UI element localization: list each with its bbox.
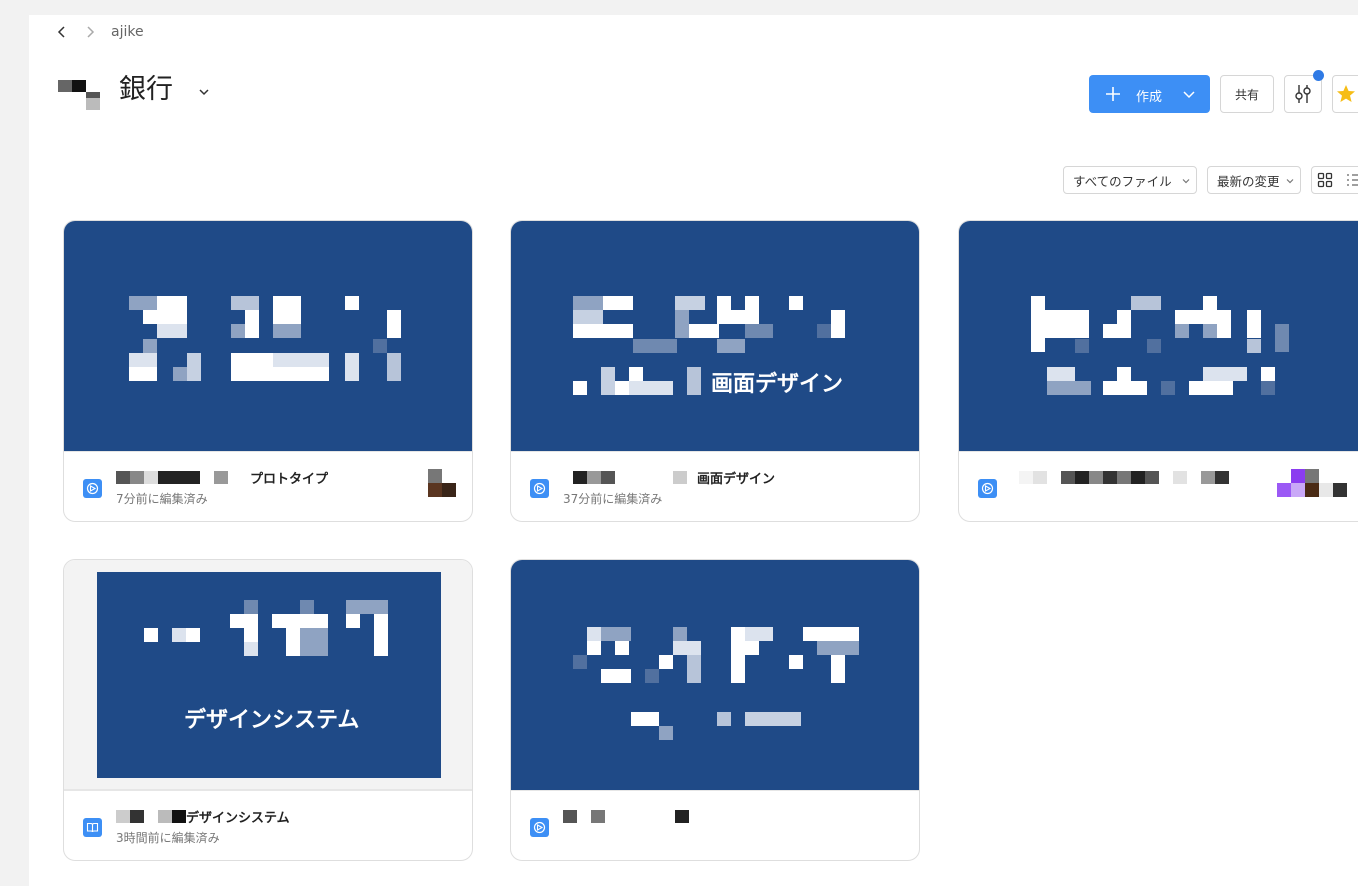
notification-dot (1313, 70, 1324, 81)
prototype-icon (530, 479, 549, 498)
file-card-footer (511, 790, 919, 860)
file-name-text: プロトタイプ (250, 471, 329, 487)
file-thumbnail: デザインシステム (64, 560, 472, 790)
file-card-footer: 画面デザイン 37分前に編集済み (511, 451, 919, 521)
share-button[interactable]: 共有 (1220, 75, 1274, 113)
file-card-footer (959, 451, 1358, 521)
list-view-icon[interactable] (1342, 168, 1358, 192)
file-name-text: 画面デザイン (697, 471, 776, 487)
file-name: 画面デザイン (573, 468, 776, 487)
thumbnail-caption: 画面デザイン (711, 372, 844, 397)
back-arrow-icon[interactable] (55, 25, 69, 39)
file-card[interactable] (510, 559, 920, 861)
avatar (428, 469, 458, 499)
book-icon (83, 818, 102, 837)
file-thumbnail: 画面デザイン (511, 221, 919, 451)
file-edited-time: 3時間前に編集済み (116, 831, 220, 845)
prototype-icon (978, 479, 997, 498)
settings-button[interactable] (1284, 70, 1324, 113)
chevron-down-icon[interactable] (1182, 87, 1196, 101)
file-thumbnail (511, 560, 919, 790)
file-edited-time: 7分前に編集済み (116, 492, 208, 506)
favorite-button[interactable] (1332, 75, 1358, 113)
file-card-footer: デザインシステム 3時間前に編集済み (64, 790, 472, 860)
file-name (1019, 468, 1229, 486)
sliders-icon (1295, 85, 1311, 103)
file-card-footer: プロトタイプ 7分前に編集済み (64, 451, 472, 521)
file-card[interactable]: プロトタイプ 7分前に編集済み (63, 220, 473, 522)
breadcrumb-current[interactable]: ajike (111, 24, 144, 40)
space-logo (58, 80, 100, 110)
forward-arrow-icon[interactable] (83, 25, 97, 39)
file-name (563, 807, 689, 825)
thumbnail-frame: デザインシステム (97, 572, 441, 778)
sort-select-value: 最新の変更 (1217, 173, 1280, 189)
breadcrumb: ajike (55, 22, 144, 42)
page-title: 銀行 (119, 74, 173, 105)
file-type-select[interactable]: すべてのファイル (1063, 166, 1197, 194)
file-edited-time: 37分前に編集済み (563, 492, 663, 506)
create-button[interactable]: 作成 (1089, 75, 1210, 113)
chevron-down-icon (1286, 179, 1294, 184)
star-icon (1337, 85, 1355, 102)
avatar (1277, 469, 1347, 499)
chevron-down-icon (1182, 179, 1190, 184)
file-card[interactable]: デザインシステム デザインシステム 3時間前に編集済み (63, 559, 473, 861)
file-name-text: デザインシステム (186, 810, 290, 826)
share-button-label: 共有 (1234, 87, 1259, 102)
prototype-icon (83, 479, 102, 498)
sort-select[interactable]: 最新の変更 (1207, 166, 1301, 194)
file-thumbnail (959, 221, 1358, 451)
file-type-select-value: すべてのファイル (1073, 173, 1172, 189)
grid-view-icon[interactable] (1313, 168, 1337, 192)
file-thumbnail (64, 221, 472, 451)
plus-icon (1106, 87, 1120, 101)
file-card[interactable]: 画面デザイン 画面デザイン 37分前に編集済み (510, 220, 920, 522)
prototype-icon (530, 818, 549, 837)
file-card[interactable] (958, 220, 1358, 522)
create-button-label: 作成 (1136, 90, 1163, 105)
file-name: プロトタイプ (116, 468, 329, 487)
file-name: デザインシステム (116, 807, 290, 826)
view-toggle (1311, 166, 1358, 194)
chevron-down-icon[interactable] (197, 85, 211, 99)
thumbnail-caption: デザインシステム (184, 708, 360, 733)
